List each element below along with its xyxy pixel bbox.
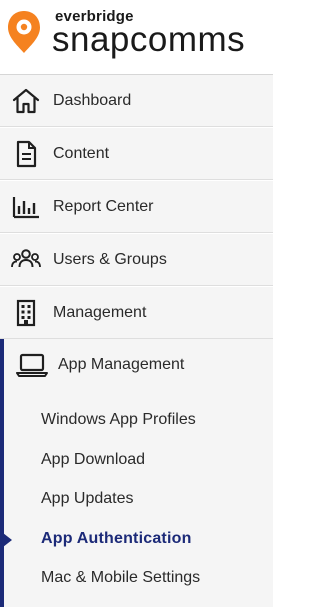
nav-item-label: Content — [53, 145, 110, 162]
nav-item-app-management[interactable]: App Management — [0, 339, 273, 391]
nav-item-content[interactable]: Content — [0, 128, 273, 180]
brand-name-large: snapcomms — [52, 20, 246, 59]
active-item-marker — [3, 533, 12, 547]
sidebar: everbridge snapcomms Dashboard Content R — [0, 0, 273, 607]
nav-section-app-management: App Management — [0, 339, 273, 607]
nav-item-report-center[interactable]: Report Center — [0, 181, 273, 233]
nav-item-label: Users & Groups — [53, 251, 167, 268]
nav-item-label: Report Center — [53, 198, 154, 215]
nav-item-label: App Management — [58, 356, 185, 373]
laptop-icon — [16, 353, 48, 377]
subnav-windows-app-profiles[interactable]: Windows App Profiles — [41, 410, 196, 430]
nav-item-label: Dashboard — [53, 92, 132, 109]
subnav-app-updates[interactable]: App Updates — [41, 489, 134, 509]
nav-item-management[interactable]: Management — [0, 287, 273, 339]
brand-logo-pin-icon — [8, 11, 40, 53]
document-icon — [16, 140, 37, 168]
building-icon — [16, 299, 36, 327]
users-icon — [11, 249, 41, 268]
nav-item-users-groups[interactable]: Users & Groups — [0, 234, 273, 286]
sidebar-header: everbridge snapcomms — [0, 0, 273, 75]
nav-item-dashboard[interactable]: Dashboard — [0, 75, 273, 127]
nav-item-label: Management — [53, 304, 147, 321]
subnav-app-download[interactable]: App Download — [41, 450, 145, 470]
bar-chart-icon — [12, 197, 39, 219]
subnav-mac-mobile-settings[interactable]: Mac & Mobile Settings — [41, 568, 200, 588]
home-icon — [12, 88, 40, 114]
subnav-app-authentication[interactable]: App Authentication — [41, 529, 192, 549]
